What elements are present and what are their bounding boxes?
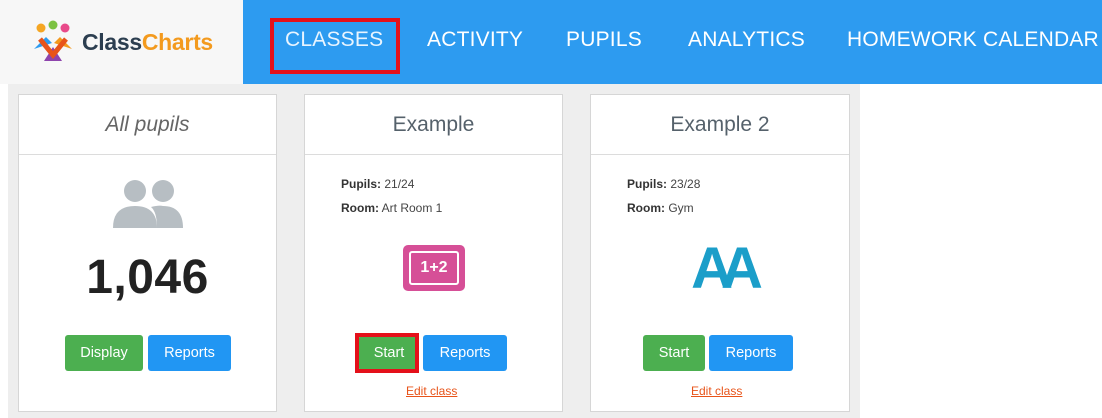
nav-pupils[interactable]: PUPILS [566,28,642,52]
pupils-info: Pupils: 21/24 [341,177,415,191]
reports-button[interactable]: Reports [148,335,231,371]
logo-text-class: Class [82,28,142,55]
room-info: Room: Gym [627,201,694,215]
highlight-classes [270,18,400,74]
card-title: Example [305,95,562,155]
top-header: ClassCharts CLASSES ACTIVITY PUPILS ANAL… [0,0,1102,84]
edit-class-link[interactable]: Edit class [691,384,742,398]
users-icon [113,180,183,228]
room-value: Gym [668,201,694,215]
card-title: Example 2 [591,95,849,155]
room-info: Room: Art Room 1 [341,201,443,215]
edit-class-link[interactable]: Edit class [406,384,457,398]
card-title: All pupils [19,95,276,155]
highlight-start [355,333,419,373]
pupils-info: Pupils: 23/28 [627,177,701,191]
reports-button[interactable]: Reports [423,335,507,371]
class-icon-math: 1+2 [403,245,465,291]
display-button[interactable]: Display [65,335,143,371]
nav-analytics[interactable]: ANALYTICS [688,28,805,52]
card-all-pupils: All pupils 1,046 Display Reports [18,94,277,412]
logo-figures-icon [34,20,72,61]
classcharts-logo[interactable]: ClassCharts [0,0,243,84]
pupils-value: 21/24 [384,177,415,191]
room-value: Art Room 1 [381,201,443,215]
nav-activity[interactable]: ACTIVITY [427,28,523,52]
class-icon-letters: AA [691,235,763,301]
pupils-value: 23/28 [670,177,701,191]
card-class-example: Example Pupils: 21/24 Room: Art Room 1 1… [304,94,563,412]
start-button[interactable]: Start [643,335,705,371]
pupil-count: 1,046 [86,251,209,304]
card-class-example-2: Example 2 Pupils: 23/28 Room: Gym AA Sta… [590,94,850,412]
logo-text-charts: Charts [141,28,213,55]
nav-homework-calendar[interactable]: HOMEWORK CALENDAR [847,28,1099,52]
reports-button[interactable]: Reports [709,335,793,371]
